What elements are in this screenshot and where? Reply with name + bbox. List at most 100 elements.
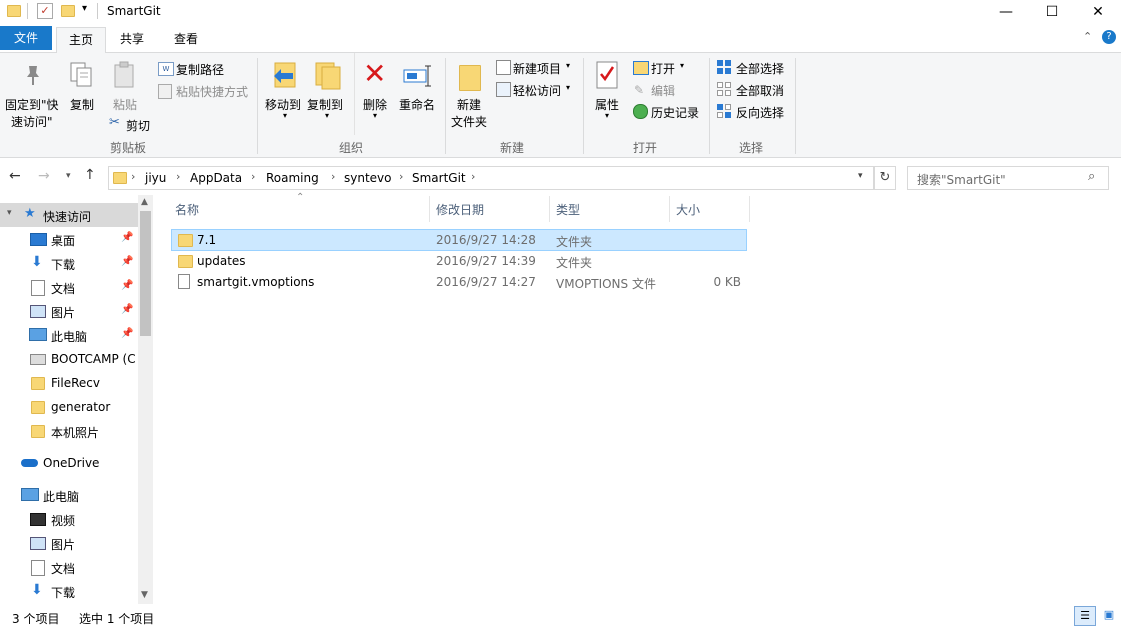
- breadcrumb-appdata[interactable]: AppData: [190, 171, 242, 185]
- breadcrumb-separator-icon[interactable]: ›: [176, 170, 180, 183]
- table-row[interactable]: 7.1 2016/9/27 14:28 文件夹: [171, 229, 747, 251]
- select-all-button[interactable]: 全部选择: [736, 60, 784, 77]
- properties-qat-icon[interactable]: ✓: [37, 3, 53, 19]
- maximize-button[interactable]: ☐: [1029, 0, 1075, 24]
- nav-item-pc-documents[interactable]: 文档: [0, 555, 138, 579]
- breadcrumb-separator-icon[interactable]: ›: [399, 170, 403, 183]
- chevron-down-icon[interactable]: ▾: [325, 111, 329, 120]
- table-row[interactable]: updates 2016/9/27 14:39 文件夹: [171, 250, 745, 270]
- easy-access-button[interactable]: 轻松访问: [513, 82, 561, 99]
- minimize-button[interactable]: —: [983, 0, 1029, 24]
- address-bar[interactable]: › jiyu › AppData › Roaming › syntevo › S…: [108, 166, 874, 190]
- close-button[interactable]: ✕: [1075, 0, 1121, 24]
- new-folder-label-2[interactable]: 文件夹: [451, 113, 487, 130]
- nav-item-pictures[interactable]: 图片 📌: [0, 299, 138, 323]
- cut-button[interactable]: 剪切: [126, 117, 150, 134]
- nav-item-filerecv[interactable]: FileRecv: [0, 371, 138, 395]
- invert-selection-button[interactable]: 反向选择: [736, 104, 784, 121]
- tab-share[interactable]: 共享: [110, 27, 154, 52]
- column-separator[interactable]: [669, 196, 670, 222]
- navigation-pane[interactable]: ▾ ★ 快速访问 桌面 📌 ⬇ 下载 📌 文档 📌 图片 📌 此电脑 📌 BOO…: [0, 195, 153, 604]
- chevron-down-icon[interactable]: ▾: [566, 83, 570, 92]
- breadcrumb-jiyu[interactable]: jiyu: [145, 171, 166, 185]
- group-separator: [795, 58, 796, 154]
- column-separator[interactable]: [429, 196, 430, 222]
- column-separator[interactable]: [749, 196, 750, 222]
- column-header-type[interactable]: 类型: [556, 201, 580, 218]
- column-separator[interactable]: [549, 196, 550, 222]
- search-box[interactable]: 搜索"SmartGit" ⌕: [907, 166, 1109, 190]
- history-button[interactable]: 历史记录: [651, 104, 699, 121]
- breadcrumb-separator-icon[interactable]: ›: [131, 170, 135, 183]
- chevron-down-icon[interactable]: ▾: [373, 111, 377, 120]
- details-view-icon[interactable]: ☰: [1074, 606, 1096, 626]
- address-history-chevron-icon[interactable]: ▾: [858, 171, 863, 181]
- back-arrow-icon[interactable]: ←: [9, 168, 21, 184]
- nav-item-quick-access[interactable]: ▾ ★ 快速访问: [0, 203, 138, 227]
- chevron-down-icon[interactable]: ▾: [566, 61, 570, 70]
- group-separator: [709, 58, 710, 154]
- desktop-icon: [30, 233, 47, 246]
- up-arrow-icon[interactable]: ↑: [84, 167, 96, 183]
- tab-view[interactable]: 查看: [164, 27, 208, 52]
- breadcrumb-separator-icon[interactable]: ›: [331, 170, 335, 183]
- chevron-down-icon[interactable]: ▾: [7, 208, 12, 218]
- nav-item-documents[interactable]: 文档 📌: [0, 275, 138, 299]
- breadcrumb-separator-icon[interactable]: ›: [471, 170, 475, 183]
- paste-button[interactable]: 粘贴: [113, 96, 137, 113]
- open-button[interactable]: 打开: [651, 60, 675, 77]
- tab-file[interactable]: 文件: [0, 26, 52, 50]
- nav-item-this-pc-root[interactable]: 此电脑: [0, 483, 138, 507]
- nav-scrollbar-thumb[interactable]: [140, 211, 151, 336]
- nav-item-videos[interactable]: 视频: [0, 507, 138, 531]
- edit-button[interactable]: 编辑: [651, 82, 675, 99]
- customize-qat-dropdown[interactable]: ▾: [82, 3, 87, 14]
- nav-item-desktop[interactable]: 桌面 📌: [0, 227, 138, 251]
- nav-item-bootcamp[interactable]: BOOTCAMP (C: [0, 347, 138, 371]
- search-input[interactable]: 搜索"SmartGit": [917, 171, 1006, 188]
- breadcrumb-separator-icon[interactable]: ›: [251, 170, 255, 183]
- pin-quick-access-label-2[interactable]: 速访问": [11, 113, 53, 130]
- minimize-ribbon-icon[interactable]: ⌃: [1083, 30, 1092, 43]
- group-label-clipboard: 剪贴板: [110, 141, 147, 155]
- nav-item-downloads[interactable]: ⬇ 下载 📌: [0, 251, 138, 275]
- rename-button[interactable]: 重命名: [399, 96, 435, 113]
- column-header-size[interactable]: 大小: [676, 201, 700, 218]
- chevron-down-icon[interactable]: ▾: [283, 111, 287, 120]
- select-none-button[interactable]: 全部取消: [736, 82, 784, 99]
- table-row[interactable]: smartgit.vmoptions 2016/9/27 14:27 VMOPT…: [171, 271, 745, 291]
- breadcrumb-syntevo[interactable]: syntevo: [344, 171, 392, 185]
- new-folder-label-1[interactable]: 新建: [457, 96, 481, 113]
- breadcrumb-smartgit[interactable]: SmartGit: [412, 171, 466, 185]
- large-icons-view-icon[interactable]: ▣: [1099, 606, 1119, 624]
- refresh-icon[interactable]: ↻: [874, 166, 896, 190]
- copy-path-button[interactable]: 复制路径: [176, 61, 224, 78]
- tab-home[interactable]: 主页: [56, 27, 106, 53]
- new-item-button[interactable]: 新建项目: [513, 60, 561, 77]
- scroll-up-icon[interactable]: ▲: [141, 197, 148, 207]
- new-folder-qat-icon[interactable]: [61, 5, 75, 17]
- breadcrumb-roaming[interactable]: Roaming: [266, 171, 319, 185]
- nav-item-this-pc[interactable]: 此电脑 📌: [0, 323, 138, 347]
- chevron-down-icon[interactable]: ▾: [680, 61, 684, 70]
- help-icon[interactable]: ?: [1102, 30, 1116, 44]
- chevron-down-icon[interactable]: ▾: [605, 111, 609, 120]
- picture-icon: [30, 537, 46, 550]
- nav-item-generator[interactable]: generator: [0, 395, 138, 419]
- nav-item-pc-downloads[interactable]: ⬇ 下载: [0, 579, 138, 603]
- file-name: 7.1: [197, 233, 217, 247]
- column-header-name[interactable]: 名称: [175, 201, 199, 218]
- scroll-down-icon[interactable]: ▼: [141, 590, 148, 600]
- forward-arrow-icon[interactable]: →: [38, 168, 50, 184]
- column-header-modified[interactable]: 修改日期: [436, 201, 484, 218]
- nav-scrollbar[interactable]: ▲ ▼: [138, 195, 153, 604]
- nav-item-onedrive[interactable]: OneDrive: [0, 451, 138, 475]
- pin-quick-access-label-1[interactable]: 固定到"快: [5, 96, 59, 113]
- nav-item-photos[interactable]: 本机照片: [0, 419, 138, 443]
- selected-count: 选中 1 个项目: [79, 612, 155, 626]
- search-icon[interactable]: ⌕: [1088, 169, 1095, 184]
- recent-locations-chevron-icon[interactable]: ▾: [66, 171, 71, 181]
- copy-button[interactable]: 复制: [70, 96, 94, 113]
- paste-shortcut-button[interactable]: 粘贴快捷方式: [176, 83, 248, 100]
- nav-item-pc-pictures[interactable]: 图片: [0, 531, 138, 555]
